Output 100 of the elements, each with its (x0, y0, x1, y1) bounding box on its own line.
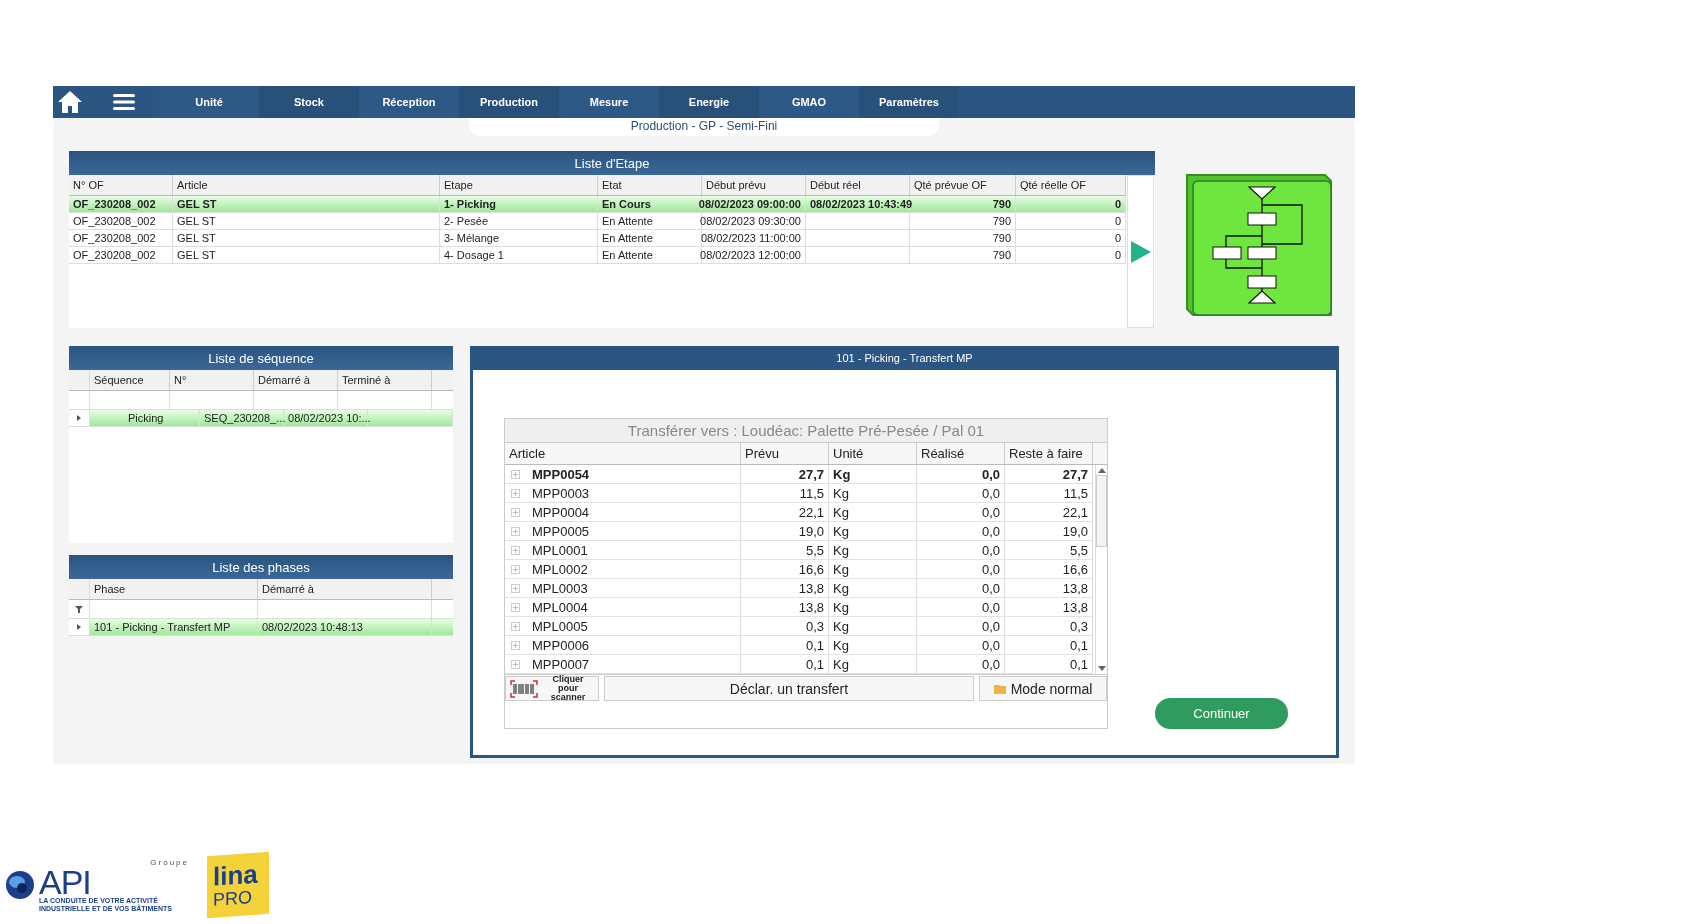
table-row[interactable]: MPP0005 19,0 Kg 0,0 19,0 (505, 522, 1093, 541)
nav-tab[interactable]: Production (459, 86, 559, 118)
column-header[interactable]: Début réel (806, 175, 910, 195)
table-row[interactable]: MPP0054 27,7 Kg 0,0 27,7 (505, 465, 1093, 484)
expand-icon[interactable] (511, 488, 520, 498)
column-header[interactable]: Prévu (741, 443, 829, 464)
table-cell: 22,1 (798, 504, 824, 520)
table-cell: 16,6 (1062, 561, 1088, 577)
table-cell: Kg (833, 561, 849, 577)
column-header[interactable]: Début prévu (702, 175, 806, 195)
column-header[interactable]: Etat (598, 175, 702, 195)
expand-icon[interactable] (511, 564, 520, 574)
expand-icon[interactable] (511, 545, 520, 555)
nav-tab[interactable]: Mesure (559, 86, 659, 118)
table-row[interactable]: MPL0001 5,5 Kg 0,0 5,5 (505, 541, 1093, 560)
table-row[interactable]: MPL0005 0,3 Kg 0,0 0,3 (505, 617, 1093, 636)
table-cell: 13,8 (1062, 599, 1088, 615)
table-cell: 0,3 (805, 618, 824, 634)
table-cell: 790 (910, 230, 1016, 246)
expand-icon[interactable] (511, 469, 520, 479)
column-header[interactable]: Réalisé (917, 443, 1005, 464)
nav-tab[interactable]: Energie (659, 86, 759, 118)
table-cell: MPL0001 (532, 542, 588, 558)
table-row[interactable]: OF_230208_002 GEL ST 4- Dosage 1 En Attente 08/02/2023 12:00:00 790 0 (69, 247, 1126, 264)
table-cell: Kg (833, 466, 851, 482)
column-header[interactable]: Article (505, 443, 741, 464)
declare-transfer-button[interactable]: Déclar. un transfert (604, 676, 974, 701)
column-header[interactable]: Qté réelle OF (1016, 175, 1126, 195)
nav-tab[interactable]: Paramètres (859, 86, 959, 118)
table-cell: 0 (1016, 196, 1126, 212)
table-cell: GEL ST (173, 247, 440, 263)
table-cell: OF_230208_002 (69, 230, 173, 246)
table-cell: 08/02/2023 10:... (284, 410, 369, 426)
expand-icon[interactable] (511, 602, 520, 612)
expand-icon[interactable] (511, 507, 520, 517)
table-row[interactable]: Picking SEQ_230208_... 08/02/2023 10:... (69, 410, 453, 427)
scan-button[interactable]: Cliquer pour scanner (505, 676, 599, 701)
table-row[interactable]: MPP0006 0,1 Kg 0,0 0,1 (505, 636, 1093, 655)
table-cell: 11,5 (1063, 485, 1088, 501)
column-header[interactable]: Qté prévue OF (910, 175, 1016, 195)
table-row[interactable]: OF_230208_002 GEL ST 3- Mélange En Attente 08/02/2023 11:00:00 790 0 (69, 230, 1126, 247)
continue-button[interactable]: Continuer (1155, 698, 1288, 729)
expand-icon[interactable] (511, 583, 520, 593)
nav-tab[interactable]: GMAO (759, 86, 859, 118)
table-cell: SEQ_230208_... (200, 410, 285, 426)
table-row[interactable]: MPP0004 22,1 Kg 0,0 22,1 (505, 503, 1093, 522)
table-cell: Kg (833, 618, 849, 634)
expand-arrow-icon[interactable] (77, 415, 81, 421)
table-cell: OF_230208_002 (69, 196, 173, 212)
scroll-up-icon[interactable] (1097, 468, 1106, 473)
column-header[interactable]: Etape (440, 175, 598, 195)
table-cell: MPP0007 (532, 656, 590, 672)
table-cell: Kg (833, 656, 849, 672)
flowchart-icon[interactable] (1183, 171, 1335, 319)
scroll-down-icon[interactable] (1097, 666, 1106, 671)
table-cell: Kg (833, 504, 849, 520)
scrollbar[interactable] (1095, 465, 1107, 674)
table-cell: 13,8 (1062, 580, 1088, 596)
table-cell: 08/02/2023 12:00:00 (702, 247, 806, 263)
mode-button[interactable]: Mode normal (979, 676, 1107, 701)
column-header[interactable]: Unité (829, 443, 917, 464)
table-cell: 5,5 (1069, 542, 1088, 558)
expand-arrow-icon[interactable] (77, 624, 81, 630)
table-row[interactable]: MPP0003 11,5 Kg 0,0 11,5 (505, 484, 1093, 503)
expand-icon[interactable] (511, 526, 520, 536)
table-row[interactable]: 101 - Picking - Transfert MP 08/02/2023 10:48:13 (69, 619, 453, 636)
expand-icon[interactable] (511, 621, 520, 631)
column-header[interactable]: Article (173, 175, 440, 195)
table-row[interactable]: MPP0007 0,1 Kg 0,0 0,1 (505, 655, 1093, 674)
table-cell: 0,3 (1069, 618, 1088, 634)
table-cell: GEL ST (173, 196, 440, 212)
nav-tab[interactable]: Unité (159, 86, 259, 118)
filter-icon[interactable] (75, 605, 83, 613)
nav-tab[interactable]: Stock (259, 86, 359, 118)
table-cell: 4- Dosage 1 (440, 247, 598, 263)
column-header[interactable]: N° OF (69, 175, 173, 195)
table-row[interactable]: MPL0003 13,8 Kg 0,0 13,8 (505, 579, 1093, 598)
nav-tab[interactable]: Réception (359, 86, 459, 118)
table-cell: Kg (833, 599, 849, 615)
table-row[interactable]: MPL0002 16,6 Kg 0,0 16,6 (505, 560, 1093, 579)
table-cell: Kg (833, 485, 849, 501)
table-cell: 0,0 (981, 618, 1000, 634)
table-cell: 0,0 (981, 485, 1000, 501)
table-cell: En Attente (598, 230, 702, 246)
table-cell: 22,1 (1062, 504, 1088, 520)
column-header[interactable]: Reste à faire (1005, 443, 1093, 464)
menu-icon[interactable] (113, 93, 135, 111)
expand-icon[interactable] (511, 659, 520, 669)
home-icon[interactable] (57, 90, 83, 114)
table-cell: OF_230208_002 (69, 247, 173, 263)
table-row[interactable]: MPL0004 13,8 Kg 0,0 13,8 (505, 598, 1093, 617)
play-arrow-icon[interactable] (1129, 239, 1152, 264)
expand-icon[interactable] (511, 640, 520, 650)
table-cell: 0,1 (1069, 656, 1088, 672)
table-cell: 3- Mélange (440, 230, 598, 246)
table-cell: MPL0002 (532, 561, 588, 577)
table-row[interactable]: OF_230208_002 GEL ST 1- Picking En Cours 08/02/2023 09:00:00 08/02/2023 10:43:49 790 0 (69, 196, 1126, 213)
table-cell: GEL ST (173, 230, 440, 246)
table-row[interactable]: OF_230208_002 GEL ST 2- Pesée En Attente 08/02/2023 09:30:00 790 0 (69, 213, 1126, 230)
table-cell: 0,1 (805, 637, 824, 653)
